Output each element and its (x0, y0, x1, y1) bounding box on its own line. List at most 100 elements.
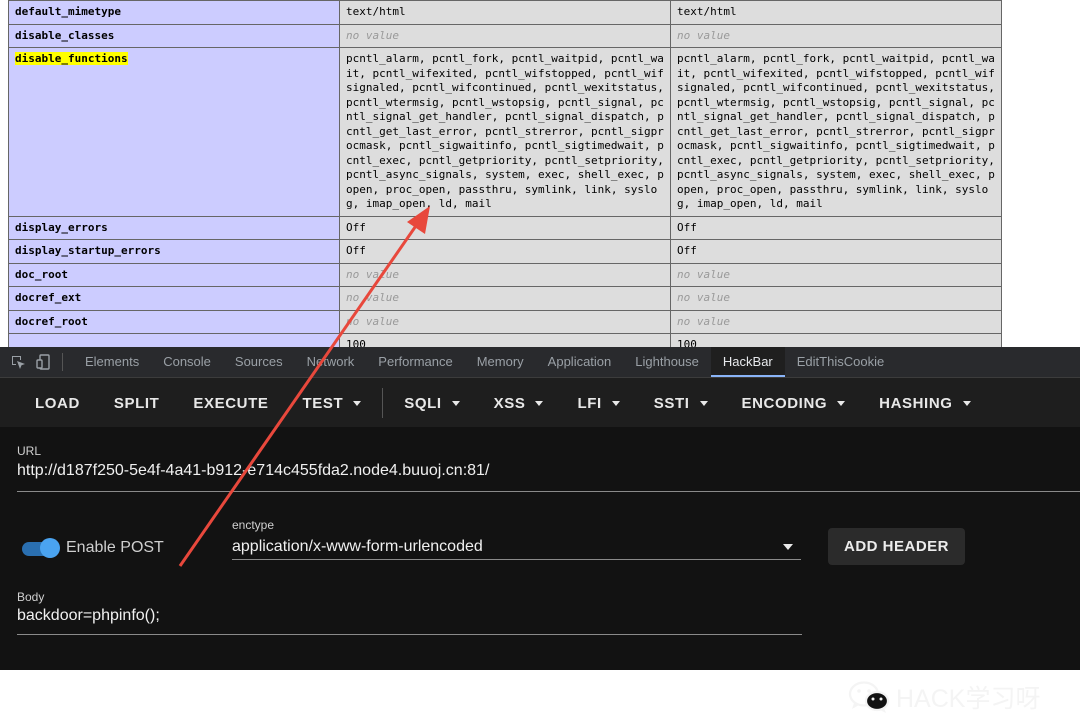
directive-name: docref_ext (8, 286, 340, 311)
watermark: HACK学习呀 (848, 679, 1040, 715)
directive-name-text: disable_classes (15, 28, 115, 42)
test-button[interactable]: TEST (285, 395, 378, 412)
master-value: no value (670, 262, 1002, 287)
enable-post-toggle[interactable] (18, 538, 60, 558)
caret-down-icon (451, 400, 460, 406)
phpinfo-row: display_startup_errors Off Off (8, 239, 1002, 264)
toolbar-button-label: EXECUTE (193, 394, 269, 412)
tab-separator (62, 353, 63, 371)
split-button[interactable]: SPLIT (97, 395, 177, 412)
caret-down-icon (535, 400, 544, 406)
local-value: text/html (339, 0, 671, 25)
tab-hackbar[interactable]: HackBar (710, 347, 785, 377)
phpinfo-row: display_errors Off Off (8, 215, 1002, 240)
url-underline (17, 491, 1080, 492)
directive-name-text: default_mimetype (15, 5, 121, 18)
directive-name: doc_root (8, 262, 340, 287)
enable-post-label: Enable POST (66, 539, 164, 556)
devtools-tabs: Elements Console Sources Network Performance… (73, 347, 896, 377)
local-value: no value (339, 23, 671, 48)
phpinfo-row: docref_root no value no value (8, 309, 1002, 334)
directive-name-text: display_startup_errors (15, 244, 161, 257)
directive-name: disable_classes (8, 23, 340, 48)
toolbar-button-label: XSS (493, 394, 526, 412)
hackbar-body: URL http://d187f250-5e4f-4a41-b912-e714c… (0, 427, 1080, 713)
local-value: 100 (339, 333, 671, 347)
phpinfo-row: disable_functions pcntl_alarm, pcntl_fork… (8, 47, 1002, 217)
url-label: URL (17, 444, 42, 458)
caret-down-icon (353, 400, 362, 406)
phpinfo-row: disable_classes no value no value (8, 23, 1002, 48)
directive-name (8, 333, 340, 347)
body-underline (17, 634, 802, 635)
sqli-button[interactable]: SQLI (387, 395, 476, 412)
local-value: no value (339, 286, 671, 311)
master-value: 100 (670, 333, 1002, 347)
master-value: no value (670, 286, 1002, 311)
enctype-underline (232, 559, 801, 560)
phpinfo-row: 100 100 (8, 333, 1002, 347)
toolbar-button-label: HASHING (879, 394, 953, 412)
ssti-button[interactable]: SSTI (637, 395, 725, 412)
tab-application[interactable]: Application (536, 347, 624, 377)
phpinfo-page: default_mimetype text/html text/html disabl… (0, 0, 1080, 347)
caret-down-icon (611, 400, 620, 406)
tab-memory[interactable]: Memory (465, 347, 536, 377)
directive-name-text: docref_root (15, 314, 88, 328)
master-value: no value (670, 23, 1002, 48)
xss-button[interactable]: XSS (477, 395, 561, 412)
tab-performance[interactable]: Performance (366, 347, 464, 377)
tab-lighthouse[interactable]: Lighthouse (623, 347, 711, 377)
master-value: text/html (670, 0, 1002, 25)
add-header-button[interactable]: ADD HEADER (828, 528, 965, 565)
toolbar-button-label: SQLI (404, 394, 442, 412)
local-value: Off (339, 239, 671, 264)
watermark-text: HACK学习呀 (896, 685, 1041, 713)
wechat-icon (848, 681, 890, 713)
phpinfo-row: docref_ext no value no value (8, 286, 1002, 311)
toolbar-button-label: SSTI (653, 394, 690, 412)
chevron-down-icon[interactable] (783, 544, 793, 550)
lfi-button[interactable]: LFI (560, 395, 636, 412)
directive-name: disable_functions (8, 47, 340, 217)
device-toolbar-icon[interactable] (36, 354, 52, 370)
directive-name-text: display_errors (15, 220, 108, 234)
devtools-panel: Elements Console Sources Network Performance… (0, 347, 1080, 713)
directive-name-text: docref_ext (15, 291, 82, 304)
body-input[interactable]: backdoor=phpinfo(); (17, 607, 160, 625)
local-value: Off (339, 215, 671, 240)
toolbar-button-label: SPLIT (113, 394, 160, 412)
master-value: no value (670, 309, 1002, 334)
directive-name-text: doc_root (15, 267, 68, 281)
execute-button[interactable]: EXECUTE (176, 395, 285, 412)
tab-editthiscookie[interactable]: EditThisCookie (785, 347, 896, 377)
directive-name: display_startup_errors (8, 239, 340, 264)
tab-elements[interactable]: Elements (73, 347, 151, 377)
encoding-button[interactable]: ENCODING (725, 395, 863, 412)
phpinfo-core-table: default_mimetype text/html text/html disabl… (8, 0, 1002, 347)
enctype-select[interactable]: application/x-www-form-urlencoded (232, 538, 483, 556)
phpinfo-row: doc_root no value no value (8, 262, 1002, 287)
tab-sources[interactable]: Sources (223, 347, 295, 377)
directive-name: default_mimetype (8, 0, 340, 25)
tab-console[interactable]: Console (151, 347, 223, 377)
toolbar-button-label: TEST (302, 394, 344, 412)
devtools-tab-bar: Elements Console Sources Network Performance… (0, 347, 1080, 378)
toolbar-button-label: LOAD (35, 394, 80, 412)
toolbar-button-label: ENCODING (741, 394, 828, 412)
directive-name: display_errors (8, 215, 340, 240)
phpinfo-row: default_mimetype text/html text/html (8, 0, 1002, 25)
load-button[interactable]: LOAD (18, 395, 97, 412)
toolbar-button-label: LFI (577, 394, 602, 412)
hashing-button[interactable]: HASHING (862, 395, 987, 412)
url-input[interactable]: http://d187f250-5e4f-4a41-b912-e714c455f… (17, 462, 489, 480)
local-value: pcntl_alarm, pcntl_fork, pcntl_waitpid, … (339, 47, 671, 217)
caret-down-icon (699, 400, 708, 406)
tab-network[interactable]: Network (295, 347, 367, 377)
hackbar-toolbar: LOAD SPLIT EXECUTE TEST SQLI XSS LFI SSTI ENCODI… (0, 378, 1080, 428)
toolbar-divider (382, 388, 384, 418)
directive-name-text: disable_functions (15, 52, 128, 65)
enctype-label: enctype (232, 518, 275, 532)
local-value: no value (339, 262, 671, 287)
inspect-element-icon[interactable] (10, 354, 26, 370)
